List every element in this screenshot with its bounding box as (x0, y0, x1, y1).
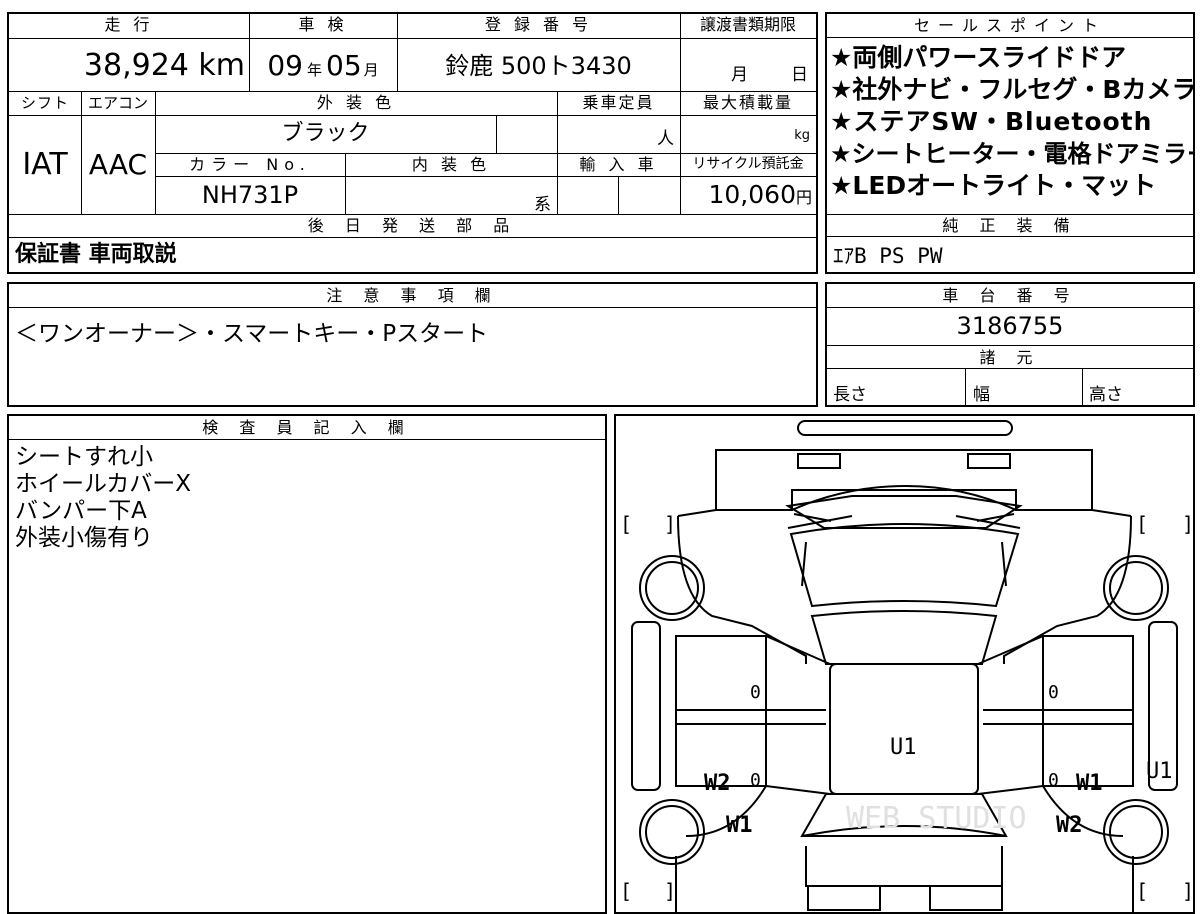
genuine-equipment-label: 純 正 装 備 (827, 214, 1193, 237)
right-rear-wheel-mark: W1 (1076, 771, 1103, 796)
inspection-value: 09 年 05 月 (249, 42, 397, 90)
capacity-label: 乗車定員 (582, 93, 655, 112)
mileage-label: 走 行 (104, 15, 154, 34)
inspection-year-unit: 年 (306, 61, 322, 79)
selling-point-item: ★ステアSW・Bluetooth (830, 107, 1153, 136)
selling-points-box: セールスポイント ★両側パワースライドドア ★社外ナビ・フルセグ・Bカメラ ★ス… (825, 12, 1195, 274)
inspection-year: 09 (267, 49, 303, 82)
specs-label: 諸 元 (827, 345, 1193, 369)
svg-text:]: ] (664, 879, 676, 903)
right-door-mark: 0 (1048, 682, 1059, 703)
svg-text:[: [ (1136, 879, 1148, 903)
selling-point-item: ★社外ナビ・フルセグ・Bカメラ (830, 75, 1194, 104)
selling-points-list: ★両側パワースライドドア ★社外ナビ・フルセグ・Bカメラ ★ステアSW・Blue… (830, 42, 1194, 214)
selling-point-item: ★シートヒーター・電格ドアミラー (830, 140, 1194, 168)
interior-color-label: 内 装 色 (411, 155, 491, 174)
car-diagram: [] [] [] [] U1 U1 W2 W1 W1 W2 0 0 0 0 WE… (620, 420, 1193, 912)
left-rear-door-mark: 0 (750, 770, 761, 791)
registration-label: 登 録 番 号 (484, 15, 593, 34)
interior-color-unit: 系 (534, 195, 551, 215)
later-parts-value: 保証書 車両取説 (15, 242, 177, 267)
later-parts-label: 後 日 発 送 部 品 (307, 216, 518, 235)
left-rear-wheel-mark-2: W1 (726, 813, 753, 838)
caution-value: ＜ワンオーナー＞・スマートキー・Pスタート (15, 321, 489, 347)
exterior-color-value: ブラック (281, 121, 370, 146)
selling-point-item: ★両側パワースライドドア (830, 43, 1127, 72)
recycle-fee-value: 10,060 (708, 180, 796, 209)
length-label: 長さ (833, 385, 867, 405)
right-rear-door-mark: 0 (1048, 770, 1059, 791)
roof-damage-mark: U1 (890, 735, 917, 760)
inspector-note: バンパー下A (15, 498, 147, 524)
transfer-month-unit: 月 (731, 65, 748, 85)
genuine-equipment-value: ｴｱB PS PW (833, 244, 943, 268)
color-no-label: カラー No. (189, 155, 311, 174)
inspector-note: ホイールカバーX (15, 471, 192, 497)
inspector-label: 検 査 員 記 入 欄 (9, 416, 605, 440)
chassis-number: 3186755 (956, 312, 1064, 340)
inspector-box: 検 査 員 記 入 欄 シートすれ小 ホイールカバーX バンパー下A 外装小傷有… (7, 414, 607, 914)
recycle-fee-unit: 円 (795, 188, 812, 207)
max-load-label: 最大積載量 (702, 93, 793, 112)
capacity-unit: 人 (657, 129, 674, 149)
left-rear-wheel-mark: W2 (704, 771, 731, 796)
registration-number: 鈴鹿 500ト3430 (445, 52, 632, 80)
inspector-note: シートすれ小 (15, 444, 153, 470)
transfer-day-unit: 日 (791, 65, 808, 85)
right-side-damage-mark: U1 (1146, 759, 1173, 784)
svg-text:[: [ (620, 512, 632, 536)
selling-point-item: ★LEDオートライト・マット (830, 171, 1157, 200)
watermark: WEB STUDIO (846, 801, 1027, 836)
caution-box: 注 意 事 項 欄 ＜ワンオーナー＞・スマートキー・Pスタート (7, 282, 818, 407)
color-no-value: NH731P (201, 181, 299, 209)
mileage-value: 38,924 km (83, 48, 245, 83)
transfer-deadline-label: 譲渡書類期限 (699, 15, 796, 34)
left-door-mark: 0 (750, 682, 761, 703)
caution-label: 注 意 事 項 欄 (9, 284, 816, 308)
svg-text:]: ] (1182, 512, 1193, 536)
svg-text:]: ] (664, 512, 676, 536)
car-diagram-box: [] [] [] [] U1 U1 W2 W1 W1 W2 0 0 0 0 WE… (614, 414, 1195, 914)
inspection-month: 05 (326, 49, 362, 82)
aircon-value: AAC (88, 148, 148, 181)
inspector-note: 外装小傷有り (15, 525, 153, 551)
inspection-label: 車 検 (298, 15, 348, 34)
recycle-fee: 10,060円 (680, 176, 816, 214)
chassis-label: 車 台 番 号 (827, 284, 1193, 308)
shift-value: IAT (22, 147, 68, 182)
inspection-month-unit: 月 (363, 61, 379, 79)
max-load-unit: kg (794, 128, 810, 143)
chassis-box: 車 台 番 号 3186755 諸 元 長さ 幅 高さ (825, 282, 1195, 407)
right-rear-wheel-mark-2: W2 (1056, 813, 1083, 838)
import-label: 輸 入 車 (579, 155, 658, 174)
selling-points-label: セールスポイント (827, 14, 1193, 38)
exterior-color-label: 外 装 色 (316, 93, 396, 112)
width-label: 幅 (973, 385, 990, 405)
recycle-label: リサイクル預託金 (692, 156, 804, 172)
inspector-notes: シートすれ小 ホイールカバーX バンパー下A 外装小傷有り (15, 444, 191, 552)
shift-label: シフト (20, 94, 69, 112)
svg-text:[: [ (1136, 512, 1148, 536)
aircon-label: エアコン (87, 94, 148, 112)
svg-text:]: ] (1182, 879, 1193, 903)
vehicle-info-table: 走 行 車 検 登 録 番 号 譲渡書類期限 38,924 km 09 年 05 月 … (7, 12, 818, 274)
height-label: 高さ (1089, 385, 1123, 405)
svg-text:[: [ (620, 879, 632, 903)
